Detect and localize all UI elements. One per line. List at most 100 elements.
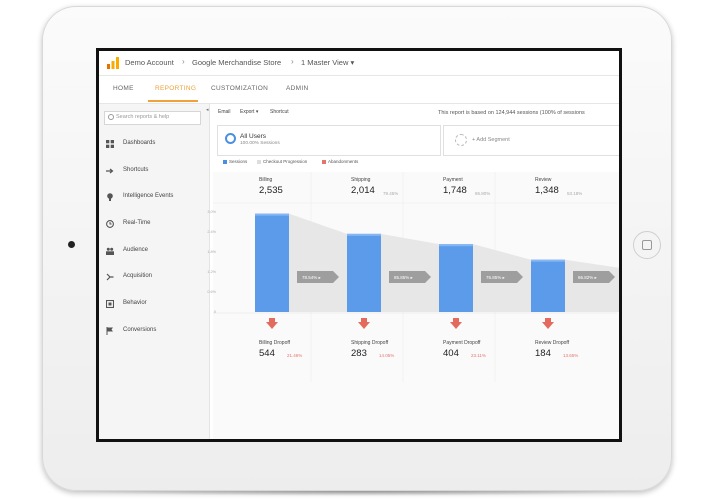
legend-swatch [257,159,261,164]
report-main: ◂ Email Export ▾ Shortcut This report is… [206,104,619,439]
y-tick-label: 1.8% [207,250,216,254]
home-button[interactable] [633,231,661,259]
dropoff-value: 404 [443,348,459,359]
search-icon [108,114,114,120]
screen: Demo Account › Google Merchandise Store … [99,51,619,439]
sidebar-item-behavior[interactable]: Behavior [99,297,209,311]
people-icon [106,247,114,255]
lightbulb-icon [107,193,113,201]
progression-percent: 85.85% ▸ [394,275,414,280]
legend-checkout-progression: Checkout Progression [257,159,307,164]
step-label: Review [535,177,552,183]
sidebar-item-acquisition[interactable]: Acquisition [99,270,209,284]
dropoff-percent: 23.11% [471,353,486,358]
breadcrumb-property[interactable]: Google Merchandise Store [192,58,281,67]
step-value: 2,014 [351,185,375,196]
search-placeholder: Search reports & help [116,114,170,120]
tab-reporting[interactable]: REPORTING [155,85,196,92]
y-tick-label: 0 [213,310,216,314]
camera-icon [68,241,75,248]
step-percent: 86.80% [475,191,491,196]
clock-icon [106,220,114,228]
y-tick-label: 3.0% [207,210,216,214]
segment-sub: 100.00% Sessions [240,141,280,146]
sidebar-item-real-time[interactable]: Real-Time [99,217,209,231]
dropoff-label: Review Dropoff [535,340,570,346]
step-value: 1,748 [443,185,467,196]
sidebar-item-label: Real-Time [123,220,151,226]
breadcrumb-account[interactable]: Demo Account [125,58,174,67]
segment-all-users[interactable]: All Users 100.00% Sessions [217,125,441,156]
step-label: Billing [259,177,273,183]
funnel-chart: 78.54% ▸ 85.85% ▸ 76.85% ▸ 86.82% ▸ 3.0% 2.4… [207,172,619,439]
home-square-icon [642,240,652,250]
dropoff-label: Billing Dropoff [259,340,291,346]
collapse-sidebar-icon[interactable]: ◂ [206,107,209,113]
funnel-svg: 78.54% ▸ 85.85% ▸ 76.85% ▸ 86.82% ▸ [213,172,619,439]
active-tab-indicator [148,100,198,102]
email-button[interactable]: Email [218,109,231,115]
breadcrumb-chevron-icon: › [291,57,294,66]
dropoff-label: Shipping Dropoff [351,340,389,346]
breadcrumb-view[interactable]: 1 Master View ▾ [301,58,354,67]
step-value: 1,348 [535,185,559,196]
dropoff-percent: 14.05% [379,353,395,358]
progression-percent: 78.54% ▸ [302,275,322,280]
session-bar [439,244,473,312]
session-bar [531,259,565,312]
dropoff-percent: 21.46% [287,353,303,358]
y-tick-label: 1.2% [207,270,216,274]
sidebar-item-label: Behavior [123,300,147,306]
export-button[interactable]: Export ▾ [240,109,258,115]
step-label: Shipping [351,177,371,183]
step-label: Payment [443,177,463,183]
sidebar-item-label: Acquisition [123,273,153,279]
tab-home[interactable]: HOME [113,85,134,92]
tab-admin[interactable]: ADMIN [286,85,308,92]
search-input[interactable]: Search reports & help [104,111,201,125]
step-percent: 79.45% [383,191,399,196]
sampling-note: This report is based on 124,944 sessions… [438,110,585,116]
dropoff-value: 544 [259,348,275,359]
acquisition-arrows-icon [106,273,114,281]
tab-customization[interactable]: CUSTOMIZATION [211,85,268,92]
dropoff-percent: 13.65% [563,353,579,358]
session-bar-top [255,213,289,216]
step-percent: 53.18% [567,191,583,196]
y-tick-label: 2.4% [207,230,216,234]
flag-icon [106,327,113,335]
sidebar-item-dashboards[interactable]: Dashboards [99,137,209,151]
legend-swatch [223,159,227,164]
sidebar-item-shortcuts[interactable]: Shortcuts [99,164,209,178]
dashboard-grid-icon [106,140,114,148]
sidebar-item-label: Shortcuts [123,167,149,173]
legend-abandonments: Abandonments [322,159,358,164]
sidebar: Search reports & help Dashboards Shortcu… [99,104,210,439]
step-value: 2,535 [259,185,283,196]
segment-name: All Users [240,133,267,140]
top-bar: Demo Account › Google Merchandise Store … [99,51,619,76]
segment-ring-icon [225,133,236,144]
session-bar [347,233,381,312]
dropoff-value: 184 [535,348,551,359]
main-tabs: HOME REPORTING CUSTOMIZATION ADMIN [99,76,619,104]
session-bar-top [531,259,565,262]
add-segment-label: + Add Segment [472,137,510,143]
legend-swatch [322,159,326,164]
add-segment-ring-icon [455,134,467,146]
sidebar-item-audience[interactable]: Audience [99,244,209,258]
y-tick-label: 0.6% [207,290,216,294]
add-segment-button[interactable]: + Add Segment [443,125,619,156]
breadcrumb-chevron-icon: › [182,57,185,66]
analytics-logo-icon[interactable] [107,57,119,69]
dropoff-value: 283 [351,348,367,359]
sidebar-item-intelligence-events[interactable]: Intelligence Events [99,190,209,204]
sidebar-item-label: Audience [123,247,149,253]
arrow-right-icon [106,168,114,174]
shortcut-button[interactable]: Shortcut [270,109,289,115]
session-bar-top [439,244,473,247]
progression-percent: 86.82% ▸ [578,275,598,280]
behavior-square-icon [106,300,114,308]
sidebar-item-label: Conversions [123,327,157,333]
sidebar-item-conversions[interactable]: Conversions [99,324,209,338]
